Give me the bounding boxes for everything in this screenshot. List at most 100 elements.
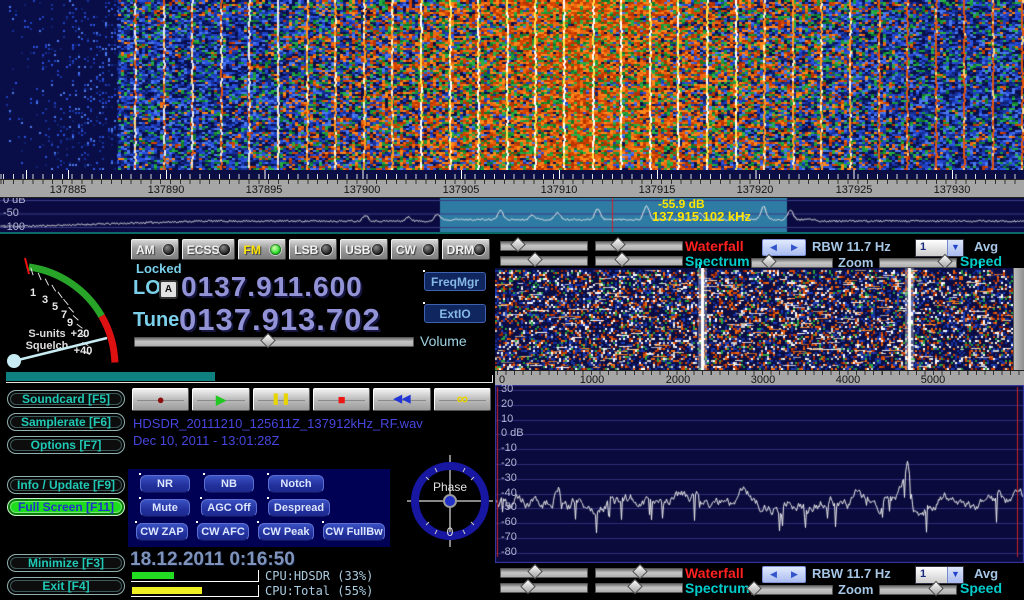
minimize-button[interactable]: Minimize [F3] [7,554,125,572]
cw-zap-button[interactable]: CW ZAP [136,523,188,541]
led-indicator [423,244,434,255]
freqmgr-button[interactable]: FreqMgr [424,272,486,291]
cw-peak-button[interactable]: CW Peak [258,523,314,541]
lo-frequency-display[interactable]: 0137.911.600 [181,271,363,303]
mute-button[interactable]: Mute [140,499,190,517]
dsp-panel: NR NB Notch Mute AGC Off Despread CW ZAP… [128,469,390,547]
wf-brightness-slider-bottom[interactable] [500,568,588,578]
mode-label: USB [345,243,370,257]
speed-slider-bottom[interactable] [879,585,957,595]
mode-usb-button[interactable]: USB [340,239,388,260]
spectrum-tab-label[interactable]: Spectrum [685,580,750,596]
clock-display: 18.12.2011 0:16:50 [130,549,295,571]
speed-label: Speed [960,580,1002,596]
loop-button[interactable]: ∞ [434,388,491,411]
notch-button[interactable]: Notch [268,475,324,493]
mode-fm-button[interactable]: FM [238,239,286,260]
frequency-tick-label: 137890 [148,184,185,196]
frequency-tick-label: 137895 [246,184,283,196]
options-button[interactable]: Options [F7] [7,436,125,454]
frequency-tick-label: 137885 [50,184,87,196]
cw-fullbw-button[interactable]: CW FullBw [323,523,385,541]
audio-waterfall-display[interactable] [495,268,1013,370]
mode-am-button[interactable]: AM [131,239,179,260]
mode-button-row: AM ECSS FM LSB USB CW DRM [131,239,490,260]
mode-label: LSB [294,243,318,257]
agc-button[interactable]: AGC Off [201,499,257,517]
slider-thumb[interactable] [937,254,953,270]
mode-cw-button[interactable]: CW [391,239,439,260]
playback-controls: ● ▶ ❚❚ ■ ◀◀ ∞ [132,388,491,411]
spin-left-icon[interactable]: ◀ [763,567,784,582]
db-tick-label: -40 [501,487,517,499]
audio-spectrum-display[interactable]: 30 20 10 0 dB -10 -20 -30 -40 -50 -60 -7… [495,385,1024,563]
smeter-tick: +20 [71,328,90,340]
slider-thumb[interactable] [527,252,543,268]
exit-button[interactable]: Exit [F4] [7,577,125,595]
volume-slider[interactable] [134,337,414,347]
wf-brightness-slider-top[interactable] [500,241,588,251]
frequency-scale[interactable]: 137885 137890 137895 137900 137905 13791… [0,179,1024,198]
soundcard-button[interactable]: Soundcard [F5] [7,390,125,408]
waterfall-tab-label[interactable]: Waterfall [685,238,744,254]
phase-label: Phase [433,480,467,494]
needle-pivot[interactable] [7,354,21,368]
slider-thumb[interactable] [611,237,627,253]
slider-thumb[interactable] [510,237,526,253]
playback-position-bar[interactable] [6,371,493,383]
phase-value: 0 [447,525,454,539]
mode-lsb-button[interactable]: LSB [289,239,337,260]
spin-right-icon[interactable]: ▶ [784,240,805,255]
db-tick-label: -70 [501,531,517,543]
tune-frequency-display[interactable]: 0137.913.702 [179,302,381,338]
audio-spectrum-canvas[interactable] [495,385,1024,563]
main-waterfall-display[interactable] [0,0,1024,170]
cpu-total-bar [131,585,259,597]
mode-ecss-button[interactable]: ECSS [182,239,236,260]
play-button[interactable]: ▶ [192,388,249,411]
wf-contrast-slider-bottom[interactable] [595,568,683,578]
slider-thumb[interactable] [632,564,648,580]
pause-button[interactable]: ❚❚ [253,388,310,411]
main-spectrum-display[interactable]: 0 dB -50 -100 -55.9 dB 137.915.102 kHz [0,198,1024,232]
record-button[interactable]: ● [132,388,189,411]
extio-button[interactable]: ExtIO [424,304,486,323]
main-spectrum-canvas[interactable] [0,198,1024,232]
zoom-slider-top[interactable] [751,258,833,268]
fullscreen-button[interactable]: Full Screen [F11] [7,498,125,516]
slider-thumb[interactable] [761,254,777,270]
lo-lock-badge[interactable]: A [159,280,178,299]
stop-button[interactable]: ■ [313,388,370,411]
zoom-slider-bottom[interactable] [751,585,833,595]
rbw-readout: RBW 11.7 Hz [812,239,891,254]
wf-contrast-slider-top[interactable] [595,241,683,251]
speed-slider-top[interactable] [879,258,957,268]
waterfall-tab-label[interactable]: Waterfall [685,565,744,581]
spec-brightness-slider-bottom[interactable] [500,583,588,593]
frequency-tick-label: 137930 [934,184,971,196]
cw-afc-button[interactable]: CW AFC [197,523,249,541]
info-update-button[interactable]: Info / Update [F9] [7,476,125,494]
despread-button[interactable]: Despread [268,499,330,517]
slider-thumb[interactable] [520,579,536,595]
slider-thumb[interactable] [614,252,630,268]
slider-thumb[interactable] [928,581,944,597]
rewind-button[interactable]: ◀◀ [373,388,430,411]
spec-brightness-slider-top[interactable] [500,256,588,266]
spin-right-icon[interactable]: ▶ [784,567,805,582]
s-meter: 1 3 5 7 9 +20 +40 S-units Squelch [3,242,125,370]
spectrum-tab-label[interactable]: Spectrum [685,253,750,269]
mode-drm-button[interactable]: DRM [442,239,490,260]
slider-thumb[interactable] [527,564,543,580]
audio-frequency-scale[interactable]: 0 1000 2000 3000 4000 5000 [495,370,1024,385]
slider-thumb[interactable] [627,579,643,595]
samplerate-button[interactable]: Samplerate [F6] [7,413,125,431]
smeter-units-label: S-units [28,328,65,340]
spec-contrast-slider-bottom[interactable] [595,583,683,593]
nr-button[interactable]: NR [140,475,190,493]
frequency-tick-label: 137915 [639,184,676,196]
led-indicator [474,244,485,255]
nb-button[interactable]: NB [204,475,254,493]
spec-contrast-slider-top[interactable] [595,256,683,266]
spin-left-icon[interactable]: ◀ [763,240,784,255]
